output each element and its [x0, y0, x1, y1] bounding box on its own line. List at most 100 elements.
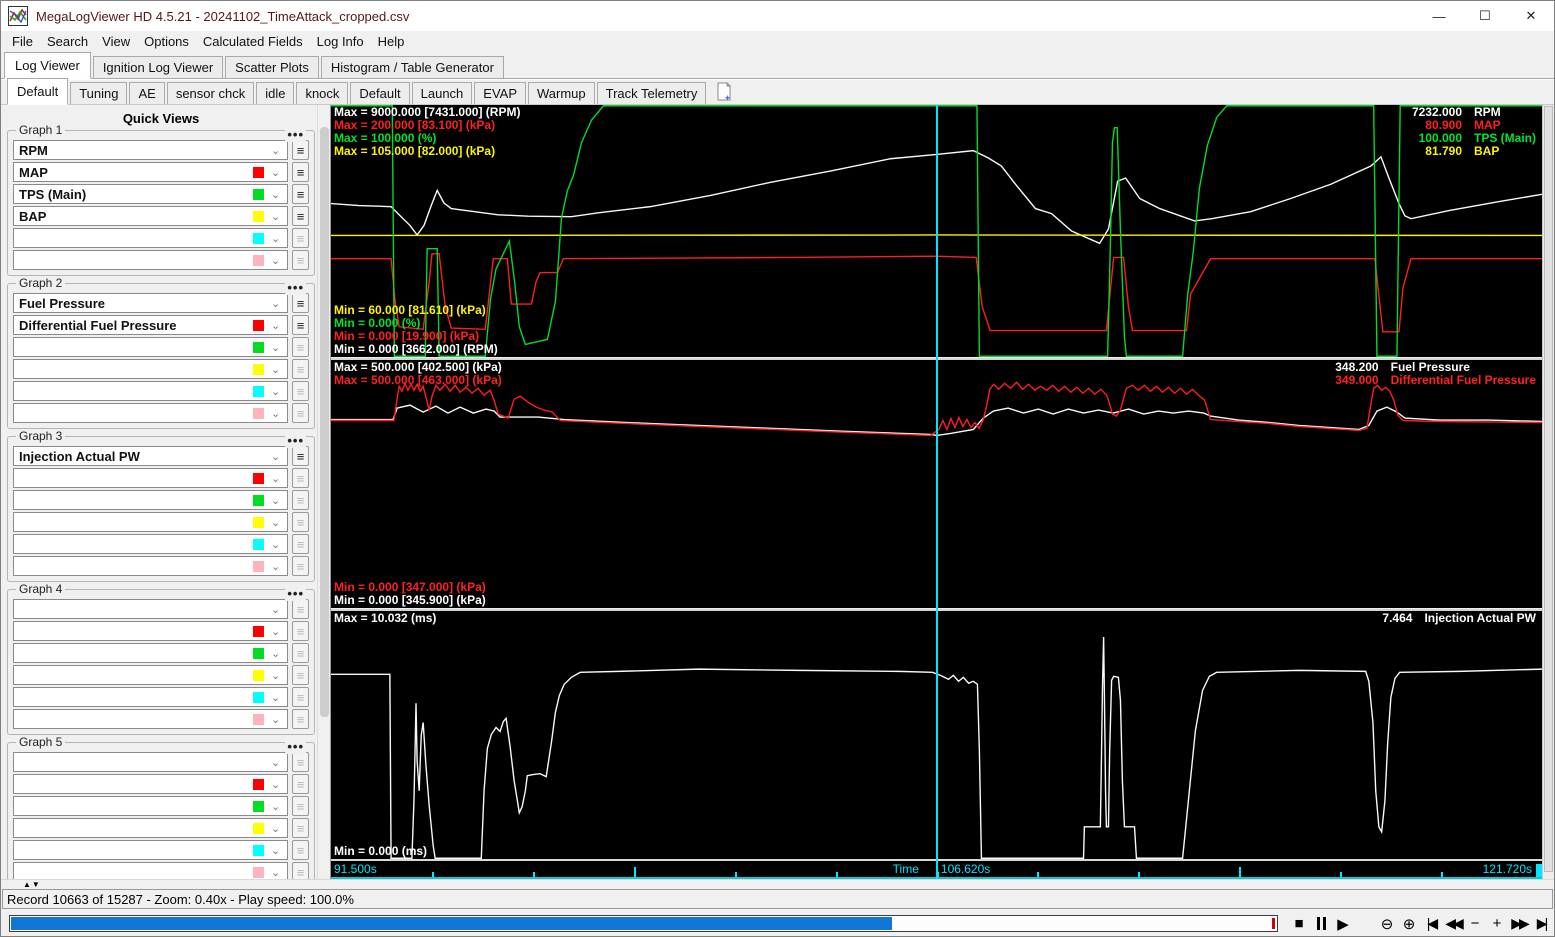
- field-select[interactable]: ⌄: [13, 818, 288, 838]
- chevron-down-icon[interactable]: ⌄: [271, 450, 287, 463]
- row-menu-button[interactable]: ≡: [292, 228, 309, 248]
- minimize-button[interactable]: —: [1416, 1, 1462, 31]
- row-menu-button[interactable]: ≡: [292, 446, 309, 466]
- chevron-down-icon[interactable]: ⌄: [271, 407, 287, 420]
- rewind-button[interactable]: ◀◀: [1442, 912, 1464, 936]
- menu-item-calculated-fields[interactable]: Calculated Fields: [196, 32, 310, 51]
- new-view-button[interactable]: [716, 82, 733, 101]
- chevron-down-icon[interactable]: ⌄: [271, 713, 287, 726]
- stop-button[interactable]: ■: [1288, 912, 1310, 936]
- field-select[interactable]: ⌄: [13, 359, 288, 379]
- chevron-down-icon[interactable]: ⌄: [271, 297, 287, 310]
- field-select[interactable]: MAP ⌄: [13, 162, 288, 182]
- chevron-down-icon[interactable]: ⌄: [271, 800, 287, 813]
- view-tab-knock-5[interactable]: knock: [296, 82, 349, 104]
- chevron-down-icon[interactable]: ⌄: [271, 778, 287, 791]
- step-minus-button[interactable]: −: [1464, 912, 1486, 936]
- chevron-down-icon[interactable]: ⌄: [271, 822, 287, 835]
- row-menu-button[interactable]: ≡: [292, 162, 309, 182]
- zoom-in-button[interactable]: ⊕: [1398, 912, 1420, 936]
- menu-item-log-info[interactable]: Log Info: [310, 32, 371, 51]
- row-menu-button[interactable]: ≡: [292, 709, 309, 729]
- field-select[interactable]: ⌄: [13, 381, 288, 401]
- row-menu-button[interactable]: ≡: [292, 774, 309, 794]
- field-select[interactable]: ⌄: [13, 774, 288, 794]
- menu-item-help[interactable]: Help: [371, 32, 412, 51]
- row-menu-button[interactable]: ≡: [292, 206, 309, 226]
- step-plus-button[interactable]: +: [1486, 912, 1508, 936]
- row-menu-button[interactable]: ≡: [292, 512, 309, 532]
- row-menu-button[interactable]: ≡: [292, 643, 309, 663]
- field-select[interactable]: Injection Actual PW ⌄: [13, 446, 288, 466]
- view-tab-ae-2[interactable]: AE: [129, 82, 165, 104]
- field-select[interactable]: ⌄: [13, 403, 288, 423]
- row-menu-button[interactable]: ≡: [292, 534, 309, 554]
- group-menu-button[interactable]: •••: [285, 586, 306, 601]
- row-menu-button[interactable]: ≡: [292, 315, 309, 335]
- row-menu-button[interactable]: ≡: [292, 359, 309, 379]
- fast-forward-button[interactable]: ▶▶: [1508, 912, 1530, 936]
- group-menu-button[interactable]: •••: [285, 127, 306, 142]
- field-select[interactable]: ⌄: [13, 490, 288, 510]
- row-menu-button[interactable]: ≡: [292, 381, 309, 401]
- view-tab-default-0[interactable]: Default: [7, 78, 69, 105]
- chevron-down-icon[interactable]: ⌄: [271, 756, 287, 769]
- panel-splitter[interactable]: ▲ ▼: [1, 879, 1554, 889]
- field-select[interactable]: ⌄: [13, 643, 288, 663]
- chevron-down-icon[interactable]: ⌄: [271, 625, 287, 638]
- chevron-down-icon[interactable]: ⌄: [271, 516, 287, 529]
- chevron-down-icon[interactable]: ⌄: [271, 319, 287, 332]
- row-menu-button[interactable]: ≡: [292, 752, 309, 772]
- row-menu-button[interactable]: ≡: [292, 140, 309, 160]
- playback-progress[interactable]: [9, 915, 1278, 932]
- chevron-down-icon[interactable]: ⌄: [271, 254, 287, 267]
- chevron-down-icon[interactable]: ⌄: [271, 472, 287, 485]
- chevron-down-icon[interactable]: ⌄: [271, 866, 287, 879]
- chevron-down-icon[interactable]: ⌄: [271, 669, 287, 682]
- menu-item-view[interactable]: View: [95, 32, 137, 51]
- skip-end-button[interactable]: ▶|: [1530, 912, 1552, 936]
- chevron-down-icon[interactable]: ⌄: [271, 691, 287, 704]
- chevron-down-icon[interactable]: ⌄: [271, 560, 287, 573]
- row-menu-button[interactable]: ≡: [292, 337, 309, 357]
- chart-scrollbar-thumb[interactable]: [1544, 106, 1553, 873]
- chevron-down-icon[interactable]: ⌄: [271, 188, 287, 201]
- pause-button[interactable]: [1310, 912, 1332, 936]
- chart-area[interactable]: Max = 9000.000 [7431.000] (RPM) Max = 200…: [330, 105, 1542, 879]
- chevron-down-icon[interactable]: ⌄: [271, 385, 287, 398]
- group-menu-button[interactable]: •••: [285, 433, 306, 448]
- chevron-down-icon[interactable]: ⌄: [271, 844, 287, 857]
- chevron-down-icon[interactable]: ⌄: [271, 210, 287, 223]
- view-tab-warmup-9[interactable]: Warmup: [528, 82, 595, 104]
- view-tab-idle-4[interactable]: idle: [256, 82, 295, 104]
- row-menu-button[interactable]: ≡: [292, 403, 309, 423]
- close-button[interactable]: ✕: [1508, 1, 1554, 31]
- field-select[interactable]: ⌄: [13, 840, 288, 860]
- tab-scatter-plots[interactable]: Scatter Plots: [225, 56, 319, 78]
- field-select[interactable]: ⌄: [13, 556, 288, 576]
- field-select[interactable]: ⌄: [13, 687, 288, 707]
- view-tab-track-telemetry-10[interactable]: Track Telemetry: [596, 82, 707, 104]
- field-select[interactable]: ⌄: [13, 621, 288, 641]
- row-menu-button[interactable]: ≡: [292, 556, 309, 576]
- chevron-down-icon[interactable]: ⌄: [271, 166, 287, 179]
- field-select[interactable]: ⌄: [13, 337, 288, 357]
- field-select[interactable]: Differential Fuel Pressure ⌄: [13, 315, 288, 335]
- field-select[interactable]: RPM ⌄: [13, 140, 288, 160]
- tab-ignition-log-viewer[interactable]: Ignition Log Viewer: [92, 56, 224, 78]
- time-cursor-line[interactable]: [935, 105, 938, 879]
- menu-item-file[interactable]: File: [5, 32, 40, 51]
- field-select[interactable]: ⌄: [13, 709, 288, 729]
- row-menu-button[interactable]: ≡: [292, 293, 309, 313]
- row-menu-button[interactable]: ≡: [292, 796, 309, 816]
- field-select[interactable]: ⌄: [13, 599, 288, 619]
- chevron-down-icon[interactable]: ⌄: [271, 494, 287, 507]
- chevron-down-icon[interactable]: ⌄: [271, 538, 287, 551]
- field-select[interactable]: ⌄: [13, 796, 288, 816]
- splitter-down-icon[interactable]: ▼: [32, 880, 41, 889]
- tab-histogram-table-generator[interactable]: Histogram / Table Generator: [320, 56, 504, 78]
- splitter-up-icon[interactable]: ▲: [23, 880, 32, 889]
- chevron-down-icon[interactable]: ⌄: [271, 647, 287, 660]
- row-menu-button[interactable]: ≡: [292, 250, 309, 270]
- row-menu-button[interactable]: ≡: [292, 490, 309, 510]
